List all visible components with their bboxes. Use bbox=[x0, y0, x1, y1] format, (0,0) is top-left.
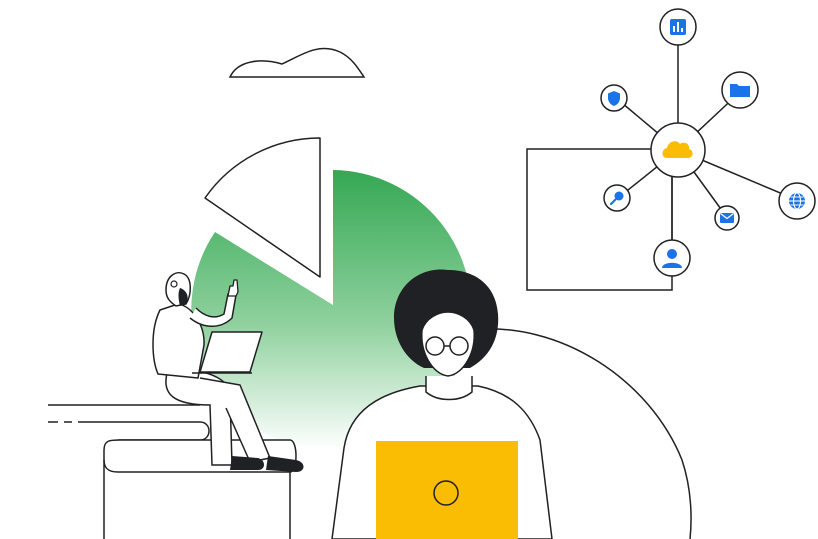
node-globe bbox=[778, 182, 816, 220]
bar-chart-icon bbox=[670, 19, 686, 35]
node-shield bbox=[600, 84, 628, 112]
hub-node-cloud bbox=[650, 122, 706, 178]
illustration-canvas bbox=[0, 0, 818, 539]
cloud-connectivity-illustration bbox=[48, 8, 816, 539]
node-bar-chart bbox=[659, 8, 697, 46]
mail-icon bbox=[720, 213, 734, 223]
node-folder bbox=[721, 71, 759, 109]
connectivity-diagram bbox=[526, 8, 816, 291]
globe-icon bbox=[789, 192, 805, 210]
node-search bbox=[603, 184, 631, 212]
node-person bbox=[653, 239, 691, 277]
node-mail bbox=[714, 205, 740, 231]
sky-cloud-outline bbox=[228, 47, 366, 78]
yellow-laptop bbox=[376, 441, 518, 539]
